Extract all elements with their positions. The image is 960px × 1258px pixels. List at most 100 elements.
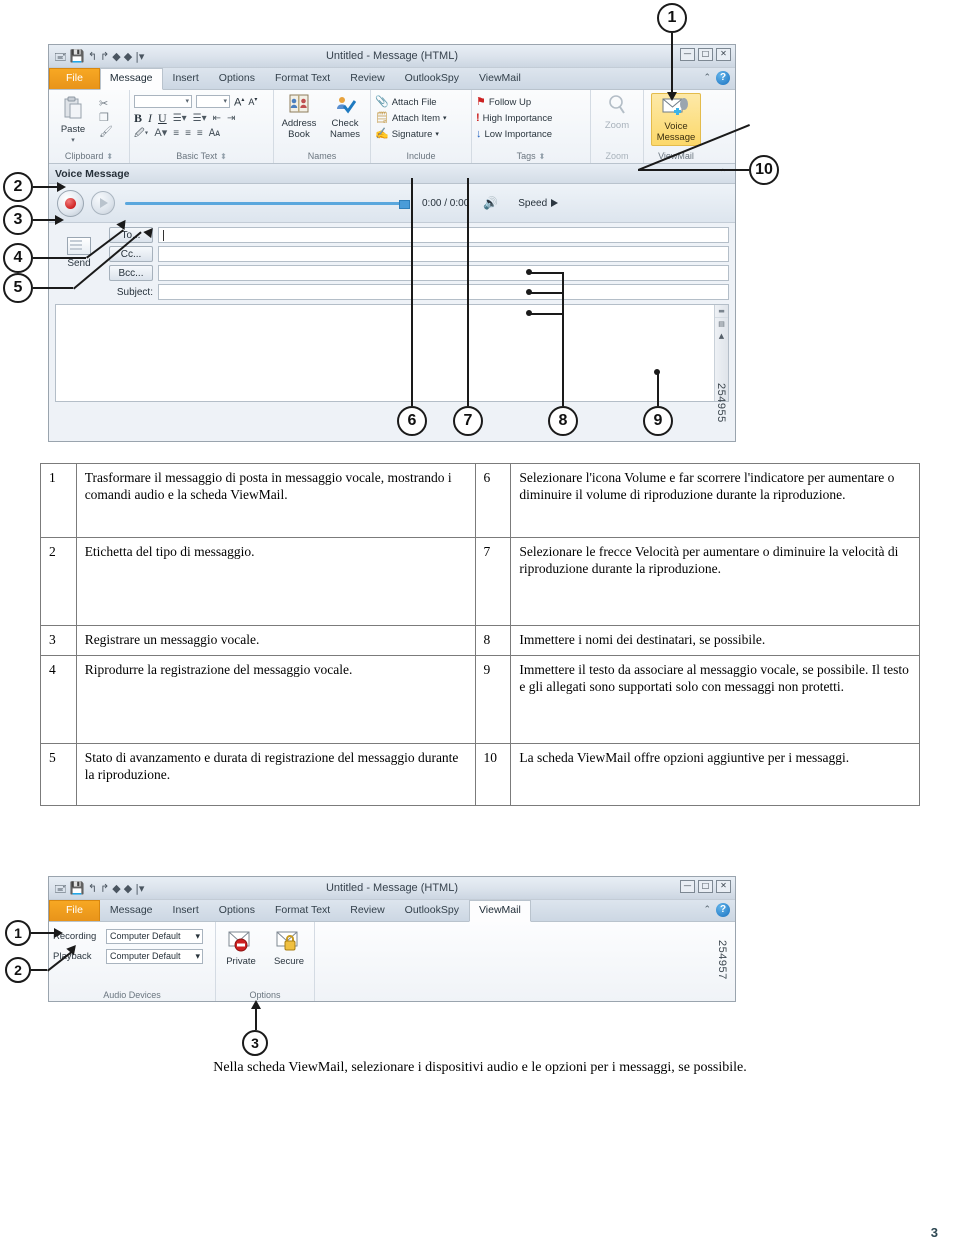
font-name-combo[interactable]: ▾ — [134, 95, 192, 109]
window-controls[interactable]: — □ ✕ — [680, 48, 731, 61]
italic-button[interactable]: I — [148, 111, 152, 125]
bold-button[interactable]: B — [134, 111, 142, 125]
signature-button[interactable]: ✍ Signature ▾ — [375, 128, 439, 141]
copy-icon[interactable]: ❐ — [99, 111, 113, 124]
progress-slider[interactable] — [125, 199, 410, 209]
align-right-icon[interactable]: ≡ — [197, 127, 203, 140]
tab-message[interactable]: Message — [99, 68, 163, 90]
send-button[interactable]: Send — [67, 258, 90, 269]
tab-viewmail[interactable]: ViewMail — [468, 900, 531, 922]
undo-icon[interactable]: ↰ — [88, 883, 97, 894]
text-highlight-icon[interactable]: 🖉▾ — [134, 127, 148, 140]
tab-options[interactable]: Options — [209, 900, 265, 921]
to-input[interactable] — [158, 227, 729, 243]
close-button[interactable]: ✕ — [716, 48, 731, 61]
quick-access-toolbar-bottom[interactable]: 🖃 💾 ↰ ↱ ◆ ◆ |▾ — [49, 882, 144, 894]
high-importance-button[interactable]: ! High Importance — [476, 112, 552, 125]
progress-slider-thumb[interactable] — [399, 199, 410, 209]
ribbon-tab-strip-bottom[interactable]: File Message Insert Options Format Text … — [49, 900, 735, 922]
format-painter-icon[interactable]: 🖌 — [99, 125, 113, 138]
scrollbar-split-icon[interactable]: ▬ — [715, 305, 728, 318]
secure-button[interactable]: Secure — [269, 930, 309, 967]
message-body[interactable]: ▬ ▤ ▲ — [55, 304, 729, 402]
tab-format-text[interactable]: Format Text — [265, 900, 340, 921]
help-icon[interactable]: ? — [716, 903, 730, 917]
customize-qat-icon[interactable]: |▾ — [135, 883, 144, 894]
tab-viewmail[interactable]: ViewMail — [469, 68, 531, 89]
quick-access-toolbar[interactable]: 🖃 💾 ↰ ↱ ◆ ◆ |▾ — [49, 50, 144, 62]
next-item-icon[interactable]: ◆ — [124, 883, 132, 894]
paste-button[interactable]: Paste ▾ — [53, 94, 93, 146]
playback-device-select[interactable]: Computer Default ▾ — [106, 949, 203, 964]
clipboard-dialog-launcher-icon[interactable]: ⬍ — [106, 152, 113, 161]
grow-font-icon[interactable]: A▴ — [234, 94, 244, 110]
previous-item-icon[interactable]: ◆ — [112, 51, 120, 62]
bullets-icon[interactable]: ☰▾ — [173, 112, 187, 125]
customize-qat-icon[interactable]: |▾ — [135, 51, 144, 62]
tab-message[interactable]: Message — [100, 900, 163, 921]
tab-file[interactable]: File — [49, 68, 100, 89]
recording-device-select[interactable]: Computer Default ▾ — [106, 929, 203, 944]
save-icon[interactable]: 💾 — [70, 882, 85, 894]
low-importance-button[interactable]: ↓ Low Importance — [476, 128, 552, 141]
record-button[interactable] — [57, 189, 84, 217]
cut-icon[interactable]: ✂ — [99, 97, 113, 110]
numbering-icon[interactable]: ☰▾ — [193, 112, 207, 125]
align-left-icon[interactable]: ≡ — [173, 127, 179, 140]
collapse-ribbon-icon[interactable]: ⌃ — [703, 73, 711, 83]
tags-dialog-launcher-icon[interactable]: ⬍ — [539, 152, 546, 161]
chevron-down-icon[interactable]: ▾ — [195, 950, 200, 963]
close-button[interactable]: ✕ — [716, 880, 731, 893]
collapse-ribbon-icon[interactable]: ⌃ — [703, 905, 711, 915]
subject-input[interactable] — [158, 284, 729, 300]
play-button[interactable] — [91, 191, 115, 215]
tab-review[interactable]: Review — [340, 68, 394, 89]
attach-item-dropdown-icon[interactable]: ▾ — [443, 112, 447, 125]
ribbon-tab-strip-right-bottom[interactable]: ⌃ ? — [703, 903, 730, 917]
maximize-button[interactable]: □ — [698, 48, 713, 61]
scrollbar-preview-icon[interactable]: ▤ — [715, 318, 728, 330]
maximize-button[interactable]: □ — [698, 880, 713, 893]
attach-item-button[interactable]: 🗒 Attach Item ▾ — [375, 112, 447, 125]
font-color-icon[interactable]: A▾ — [154, 127, 167, 140]
tab-insert[interactable]: Insert — [163, 68, 209, 89]
signature-dropdown-icon[interactable]: ▾ — [435, 128, 439, 141]
shrink-font-icon[interactable]: A▾ — [248, 94, 257, 109]
font-size-combo[interactable]: ▾ — [196, 95, 230, 109]
address-book-button[interactable]: Address Book — [279, 94, 319, 140]
save-icon[interactable]: 💾 — [70, 50, 85, 62]
scrollbar-up-arrow-icon[interactable]: ▲ — [715, 330, 728, 342]
undo-icon[interactable]: ↰ — [88, 51, 97, 62]
paste-dropdown-icon[interactable]: ▾ — [71, 135, 75, 146]
tab-outlookspy[interactable]: OutlookSpy — [395, 900, 469, 921]
bcc-input[interactable] — [158, 265, 729, 281]
tab-format-text[interactable]: Format Text — [265, 68, 340, 89]
align-center-icon[interactable]: ≡ — [185, 127, 191, 140]
ribbon-tab-strip[interactable]: File Message Insert Options Format Text … — [49, 68, 735, 90]
speed-increase-icon[interactable] — [551, 199, 559, 207]
chevron-down-icon[interactable]: ▾ — [195, 930, 200, 943]
minimize-button[interactable]: — — [680, 48, 695, 61]
private-button[interactable]: Private — [221, 930, 261, 967]
decrease-indent-icon[interactable]: ⇤ — [213, 112, 221, 125]
increase-indent-icon[interactable]: ⇥ — [227, 112, 235, 125]
cc-input[interactable] — [158, 246, 729, 262]
previous-item-icon[interactable]: ◆ — [112, 883, 120, 894]
tab-review[interactable]: Review — [340, 900, 394, 921]
underline-button[interactable]: U — [158, 111, 167, 125]
zoom-button[interactable]: Zoom — [597, 94, 637, 131]
minimize-button[interactable]: — — [680, 880, 695, 893]
volume-icon[interactable]: 🔊 — [483, 196, 498, 210]
check-names-button[interactable]: Check Names — [325, 94, 365, 140]
redo-icon[interactable]: ↱ — [100, 51, 109, 62]
next-item-icon[interactable]: ◆ — [124, 51, 132, 62]
tab-options[interactable]: Options — [209, 68, 265, 89]
follow-up-button[interactable]: ⚑ Follow Up — [476, 96, 531, 109]
help-icon[interactable]: ? — [716, 71, 730, 85]
redo-icon[interactable]: ↱ — [100, 883, 109, 894]
window-controls-bottom[interactable]: — □ ✕ — [680, 880, 731, 893]
attach-file-button[interactable]: 📎 Attach File — [375, 96, 437, 109]
bcc-button[interactable]: Bcc... — [109, 265, 153, 281]
tab-insert[interactable]: Insert — [163, 900, 209, 921]
clear-formatting-icon[interactable]: 🗛 — [209, 127, 220, 140]
